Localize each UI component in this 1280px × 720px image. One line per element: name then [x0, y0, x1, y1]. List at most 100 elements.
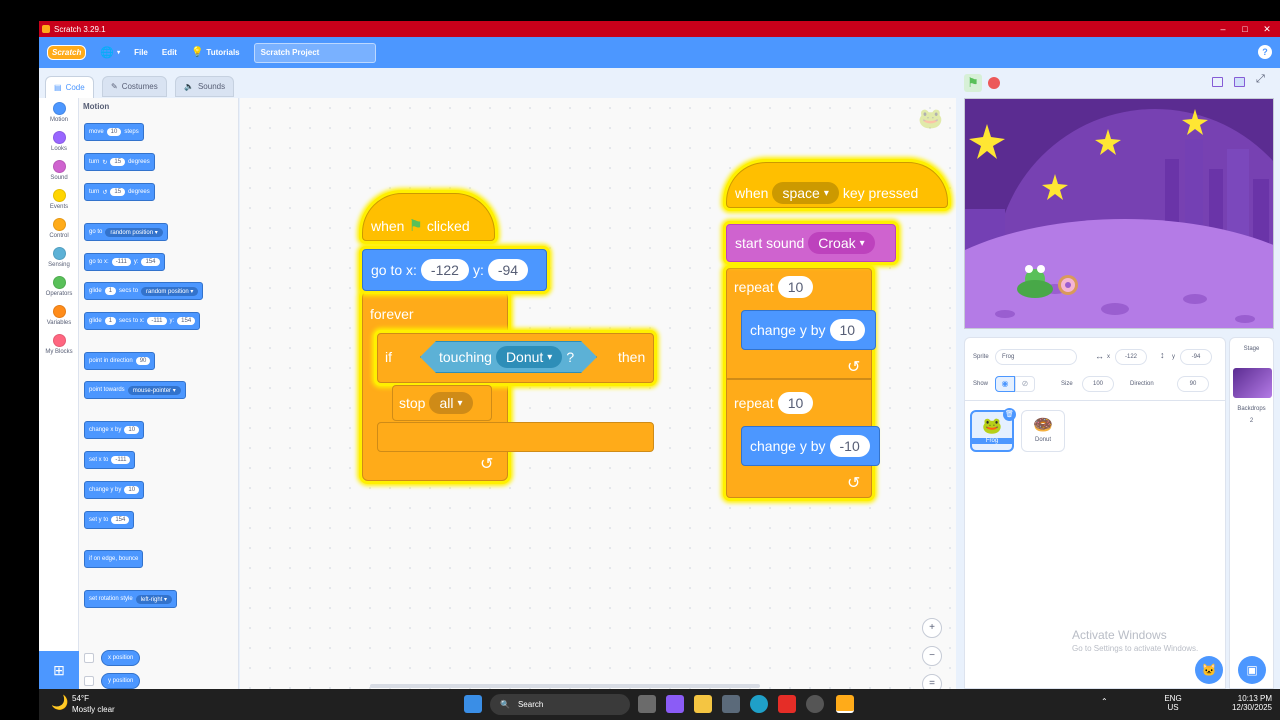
block-turn-right[interactable]: turn ↻ 15 degrees	[84, 153, 155, 171]
size-input[interactable]: 100	[1082, 376, 1114, 392]
sound-dropdown[interactable]: Croak ▾	[808, 232, 875, 254]
change-y-input-1[interactable]: 10	[829, 319, 866, 341]
trash-icon[interactable]: 🗑	[1003, 408, 1016, 421]
block-input[interactable]: 10	[124, 486, 140, 494]
category-operators[interactable]: Operators	[39, 276, 79, 297]
category-events[interactable]: Events	[39, 189, 79, 210]
tab-sounds[interactable]: 🔈 Sounds	[175, 76, 235, 97]
block-rotation-style[interactable]: set rotation style left-right ▾	[84, 590, 178, 608]
chrome-icon[interactable]	[806, 695, 824, 713]
reporter-y-position[interactable]: y position	[101, 673, 141, 689]
script-area[interactable]: 🐸 when ⚑ clicked go to x: -122 y: -94 fo…	[240, 98, 956, 689]
edge-icon[interactable]	[750, 695, 768, 713]
sprite-tile-donut[interactable]: 🍩 Donut	[1021, 410, 1065, 452]
block-go-to[interactable]: go to random position ▾	[84, 223, 168, 241]
x-position-checkbox[interactable]	[84, 653, 94, 663]
stage-panel[interactable]: Stage Backdrops 2 ▣	[1229, 337, 1274, 689]
help-button[interactable]: ?	[1258, 45, 1272, 59]
block-input[interactable]: 154	[177, 317, 196, 325]
block-input[interactable]: -111	[111, 258, 131, 266]
change-y-block-1[interactable]: change y by 10	[741, 310, 876, 350]
block-input[interactable]: 15	[110, 158, 126, 166]
tab-code[interactable]: ▤ Code	[45, 76, 94, 98]
block-input[interactable]: 10	[124, 426, 140, 434]
add-extension-button[interactable]: ⊞	[39, 651, 79, 689]
block-change-y[interactable]: change y by 10	[84, 481, 145, 499]
language-indicator[interactable]: ENG US	[1163, 694, 1183, 712]
category-sound[interactable]: Sound	[39, 160, 79, 181]
zoom-in-button[interactable]: +	[922, 618, 942, 638]
x-input[interactable]: -122	[420, 259, 469, 281]
when-key-pressed-block[interactable]: when space ▾ key pressed	[726, 162, 948, 208]
repeat-2-input[interactable]: 10	[777, 392, 814, 414]
block-turn-left[interactable]: turn ↺ 15 degrees	[84, 183, 155, 201]
y-input[interactable]: -94	[1180, 349, 1212, 365]
reporter-x-position[interactable]: x position	[101, 650, 141, 666]
y-input[interactable]: -94	[487, 259, 529, 281]
tutorials-menu[interactable]: 💡 Tutorials	[191, 47, 240, 58]
choose-backdrop-button[interactable]: ▣	[1238, 656, 1266, 684]
block-point-direction[interactable]: point in direction 90	[84, 352, 156, 370]
direction-input[interactable]: 90	[1177, 376, 1209, 392]
fullscreen-icon[interactable]: ⤢	[1256, 73, 1265, 86]
tray-chevron-icon[interactable]: ⌃	[1101, 697, 1108, 706]
block-input[interactable]: 154	[111, 516, 130, 524]
touching-dropdown[interactable]: Donut ▾	[496, 346, 562, 368]
scratch-taskbar-icon[interactable]	[836, 695, 854, 713]
category-sensing[interactable]: Sensing	[39, 247, 79, 268]
block-input[interactable]: 1	[104, 287, 117, 295]
tab-costumes[interactable]: ✎ Costumes	[102, 76, 167, 97]
x-input[interactable]: -122	[1115, 349, 1147, 365]
language-menu[interactable]: 🌐 ▾	[100, 46, 120, 59]
zoom-reset-button[interactable]: =	[922, 674, 942, 689]
block-dropdown[interactable]: mouse-pointer ▾	[127, 385, 181, 395]
block-input[interactable]: 90	[135, 357, 151, 365]
block-dropdown[interactable]: left-right ▾	[135, 594, 173, 604]
zoom-out-button[interactable]: −	[922, 646, 942, 666]
weather-temp[interactable]: 54°F	[72, 694, 89, 703]
stop-button[interactable]	[988, 77, 1000, 89]
block-move-steps[interactable]: move 10 steps	[84, 123, 144, 141]
block-input[interactable]: -111	[147, 317, 167, 325]
change-y-block-2[interactable]: change y by -10	[741, 426, 880, 466]
key-dropdown[interactable]: space ▾	[772, 182, 839, 204]
green-flag-button[interactable]: ⚑	[964, 74, 982, 92]
category-control[interactable]: Control	[39, 218, 79, 239]
category-motion[interactable]: Motion	[39, 102, 79, 123]
taskbar-search[interactable]: 🔍 Search	[490, 694, 630, 715]
when-flag-clicked-block[interactable]: when ⚑ clicked	[362, 193, 495, 241]
block-input[interactable]: 154	[141, 258, 160, 266]
youtube-icon[interactable]	[778, 695, 796, 713]
block-glide-xy[interactable]: glide 1 secs to x: -111 y: 154	[84, 312, 201, 330]
clock[interactable]: 10:13 PM 12/30/2025	[1224, 694, 1272, 712]
start-sound-block[interactable]: start sound Croak ▾	[726, 224, 896, 262]
weather-icon[interactable]: 🌙	[51, 694, 68, 711]
sprite-name-input[interactable]: Frog	[995, 349, 1077, 365]
go-to-xy-block[interactable]: go to x: -122 y: -94	[362, 249, 547, 291]
block-input[interactable]: 10	[106, 128, 122, 136]
show-visible-eye-icon[interactable]: ◉	[995, 376, 1015, 392]
close-button[interactable]: ✕	[1256, 21, 1278, 37]
block-dropdown[interactable]: random position ▾	[105, 227, 163, 237]
block-change-x[interactable]: change x by 10	[84, 421, 145, 439]
windows-start-icon[interactable]	[464, 695, 482, 713]
block-input[interactable]: 15	[110, 188, 126, 196]
project-title-input[interactable]: Scratch Project	[253, 42, 376, 63]
y-position-checkbox[interactable]	[84, 676, 94, 686]
stage-canvas[interactable]	[964, 98, 1274, 329]
block-set-y[interactable]: set y to 154	[84, 511, 135, 529]
block-input[interactable]: 1	[104, 317, 117, 325]
block-go-to-xy[interactable]: go to x: -111 y: 154	[84, 253, 165, 271]
small-stage-icon[interactable]	[1212, 77, 1223, 87]
category-variables[interactable]: Variables	[39, 305, 79, 326]
block-dropdown[interactable]: random position ▾	[141, 286, 199, 296]
store-icon[interactable]	[722, 695, 740, 713]
scratch-logo[interactable]: Scratch	[47, 45, 87, 60]
block-set-x[interactable]: set x to -111	[84, 451, 136, 469]
category-looks[interactable]: Looks	[39, 131, 79, 152]
block-point-towards[interactable]: point towards mouse-pointer ▾	[84, 381, 186, 399]
normal-stage-icon[interactable]	[1234, 77, 1245, 87]
file-explorer-icon[interactable]	[694, 695, 712, 713]
file-menu[interactable]: File	[134, 48, 148, 57]
choose-sprite-button[interactable]: 🐱	[1195, 656, 1223, 684]
